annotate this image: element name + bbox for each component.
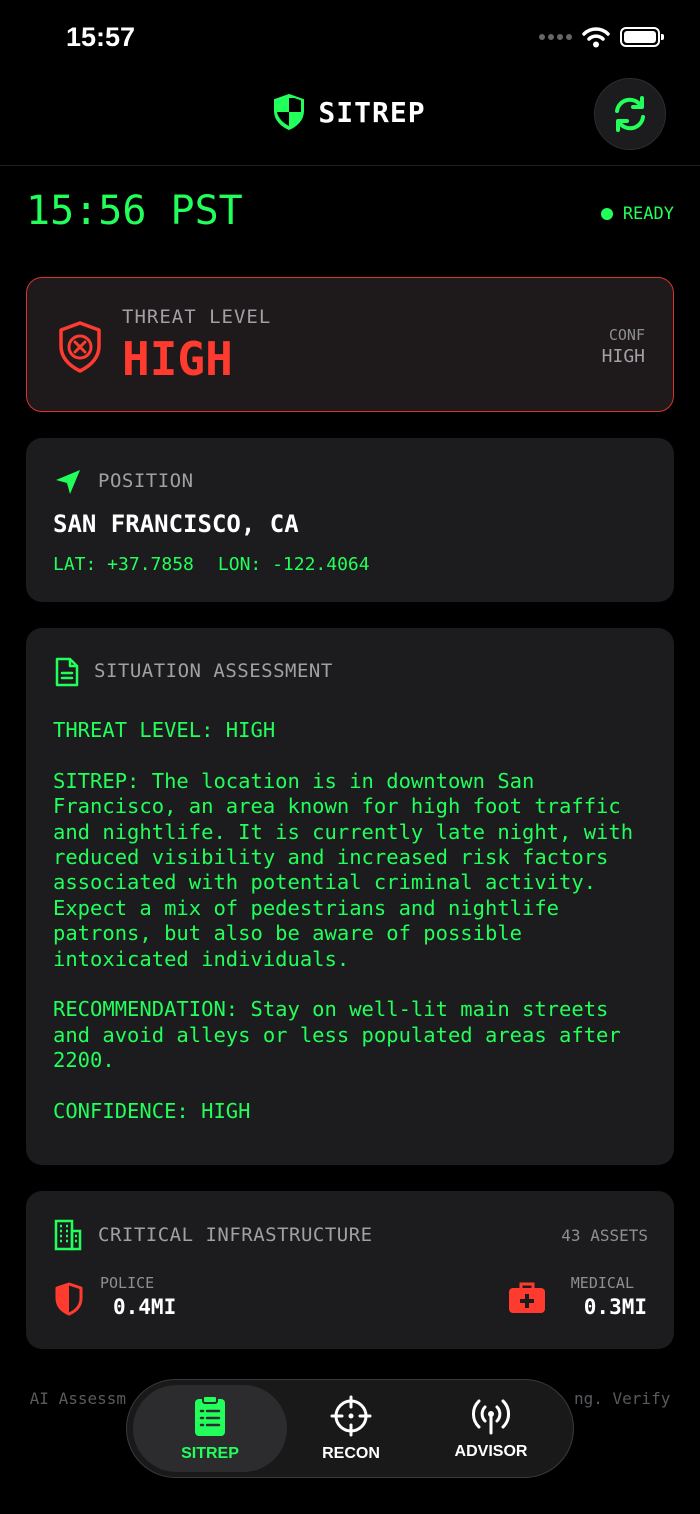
app-header: SITREP (0, 78, 700, 166)
medical-kit-icon (509, 1282, 545, 1313)
threat-level-value: HIGH (122, 332, 233, 386)
document-icon (55, 657, 79, 687)
status-time: 15:57 (66, 22, 136, 52)
local-clock: 15:56 PST (26, 188, 243, 234)
tab-recon[interactable]: RECON (299, 1385, 403, 1472)
refresh-icon (615, 96, 645, 132)
police-shield-icon (55, 1282, 83, 1316)
position-coordinates: LAT: +37.7858 LON: -122.4064 (53, 554, 370, 575)
police-distance: 0.4MI (113, 1295, 177, 1319)
medical-label: MEDICAL (570, 1274, 634, 1292)
tab-advisor[interactable]: ADVISOR (439, 1385, 543, 1472)
assessment-title: SITUATION ASSESSMENT (94, 660, 333, 682)
assessment-sitrep: SITREP: The location is in downtown San … (53, 768, 634, 971)
shield-logo-icon (274, 94, 305, 130)
confidence-value: HIGH (601, 346, 645, 367)
threat-level-card: THREAT LEVEL HIGH CONF HIGH (26, 277, 674, 412)
tab-recon-label: RECON (322, 1444, 380, 1462)
disclaimer-end: ng. Verify (574, 1389, 671, 1408)
building-icon (54, 1219, 82, 1251)
assessment-confidence: CONFIDENCE: HIGH (53, 1099, 251, 1124)
location-arrow-icon (56, 470, 80, 494)
ready-label: READY (622, 204, 674, 224)
ready-dot-icon (600, 208, 613, 220)
crosshair-icon (330, 1395, 372, 1436)
disclaimer-start: AI Assessm (29, 1389, 126, 1408)
clipboard-icon (195, 1394, 225, 1436)
refresh-button[interactable] (594, 78, 666, 150)
position-card: POSITION SAN FRANCISCO, CA LAT: +37.7858… (26, 438, 674, 602)
antenna-icon (472, 1399, 510, 1434)
critical-infrastructure-card: CRITICAL INFRASTRUCTURE 43 ASSETS POLICE… (26, 1191, 674, 1349)
tab-bar: SITREP RECON ADVISOR (126, 1379, 574, 1478)
infrastructure-title: CRITICAL INFRASTRUCTURE (98, 1224, 373, 1246)
battery-icon (620, 27, 664, 47)
tab-sitrep-label: SITREP (181, 1444, 239, 1462)
asset-count: 43 ASSETS (561, 1226, 648, 1245)
assessment-body: THREAT LEVEL: HIGH SITREP: The location … (53, 718, 654, 1150)
situation-assessment-card: SITUATION ASSESSMENT THREAT LEVEL: HIGH … (26, 628, 674, 1165)
ready-status: READY (600, 204, 674, 224)
tab-advisor-label: ADVISOR (454, 1442, 528, 1460)
wifi-icon (582, 27, 610, 48)
shield-x-icon (59, 321, 101, 373)
status-icons (539, 26, 664, 48)
app-title: SITREP (318, 95, 426, 129)
threat-level-label: THREAT LEVEL (122, 306, 272, 328)
clock-row: 15:56 PST READY (26, 188, 674, 248)
longitude: LON: -122.4064 (217, 554, 370, 575)
status-bar: 15:57 (0, 0, 700, 80)
police-label: POLICE (100, 1274, 155, 1292)
tab-sitrep[interactable]: SITREP (133, 1385, 287, 1472)
assessment-threat-line: THREAT LEVEL: HIGH (53, 718, 276, 742)
confidence-label: CONF (608, 326, 645, 344)
signal-icon (539, 34, 572, 40)
position-city: SAN FRANCISCO, CA (53, 510, 299, 538)
assessment-recommendation: RECOMMENDATION: Stay on well-lit main st… (53, 997, 621, 1073)
latitude: LAT: +37.7858 (53, 554, 194, 575)
medical-distance: 0.3MI (583, 1295, 647, 1319)
position-title: POSITION (98, 470, 194, 492)
